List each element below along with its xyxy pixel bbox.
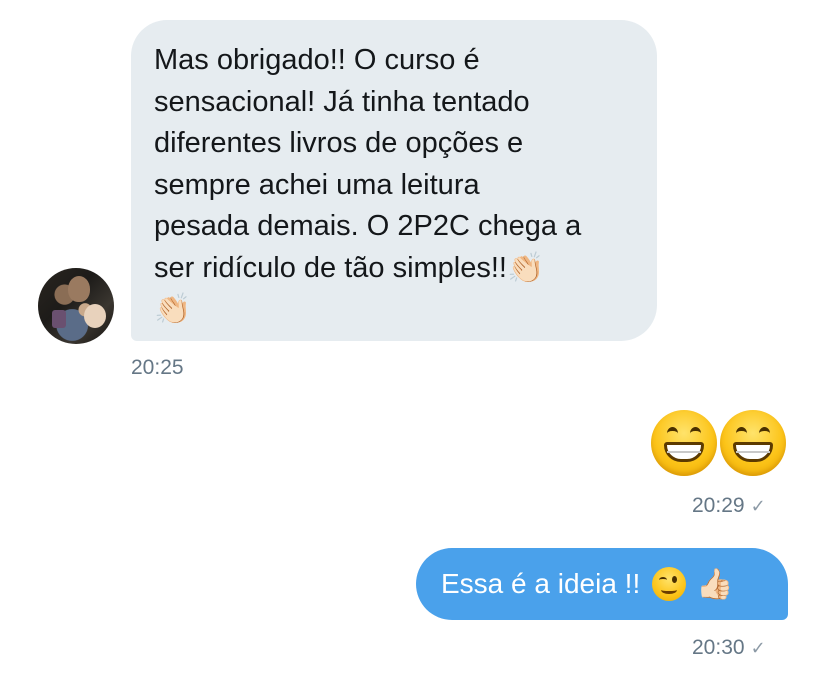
clapping-hands-icon: 👏🏻 [154, 292, 192, 328]
message-line-text: ser ridículo de tão simples!! [154, 251, 507, 284]
sender-avatar[interactable] [38, 268, 114, 344]
emoji-eye [759, 427, 770, 440]
outgoing-message-bubble[interactable]: Essa é a ideia !! 👍🏻 [416, 548, 788, 620]
incoming-message-bubble[interactable]: Mas obrigado!! O curso é sensacional! Já… [131, 20, 657, 341]
emoji-message-meta: 20:29 ✓ [692, 494, 766, 518]
message-line-emoji: 👏🏻 [154, 289, 633, 331]
emoji-eye [667, 427, 678, 440]
thumbs-up-icon: 👍🏻 [696, 566, 734, 602]
emoji-eye [690, 427, 701, 440]
message-line: sensacional! Já tinha tentado [154, 85, 530, 118]
incoming-message-timestamp: 20:25 [131, 356, 184, 379]
avatar-photo-object [52, 310, 66, 328]
outgoing-message-meta: 20:30 ✓ [692, 636, 766, 660]
emoji-eye [736, 427, 747, 440]
avatar-photo-person [68, 276, 90, 302]
message-line: pesada demais. O 2P2C chega a [154, 210, 582, 242]
message-line-last: ser ridículo de tão simples!!👏🏻 [154, 248, 633, 290]
emoji-message-timestamp: 20:29 [692, 494, 745, 517]
clapping-hands-icon: 👏🏻 [506, 250, 545, 286]
outgoing-message-timestamp: 20:30 [692, 636, 745, 659]
message-line: sempre achei uma leitura [154, 168, 480, 201]
emoji-mouth [664, 442, 704, 462]
message-line: Mas obrigado!! O curso é [154, 44, 480, 76]
message-line: diferentes livros de opções e [154, 127, 524, 159]
checkmark-icon: ✓ [750, 638, 766, 658]
outgoing-message-text: Essa é a ideia !! [441, 568, 641, 599]
checkmark-icon: ✓ [750, 496, 766, 516]
grinning-face-icon[interactable] [651, 410, 717, 476]
emoji-mouth [733, 442, 773, 462]
winking-face-icon [652, 567, 687, 601]
grinning-face-icon[interactable] [720, 410, 786, 476]
avatar-photo-child [84, 304, 106, 328]
